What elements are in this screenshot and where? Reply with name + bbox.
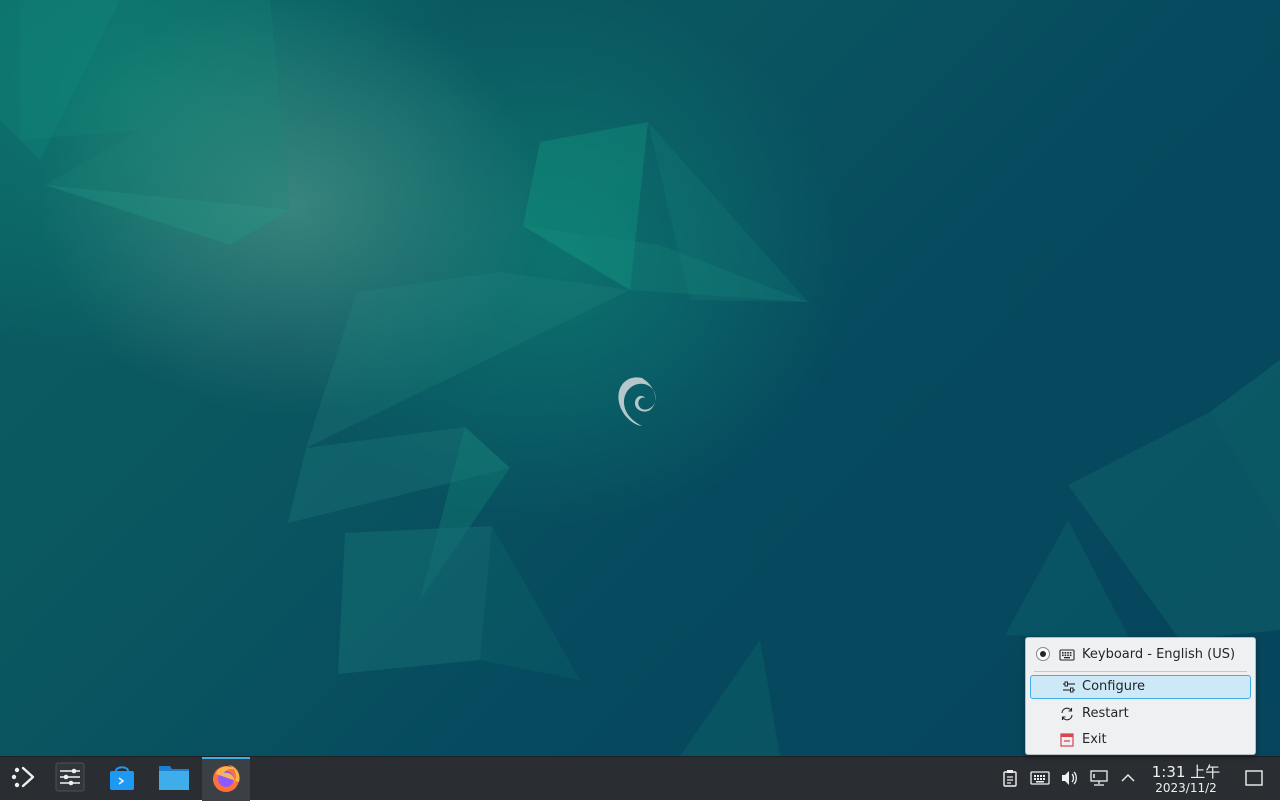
taskbar-app-firefox[interactable] — [202, 757, 250, 801]
menu-item-label: Keyboard - English (US) — [1082, 647, 1236, 662]
radio-selected-icon — [1036, 647, 1050, 661]
restart-icon — [1059, 706, 1075, 722]
clipboard-icon[interactable] — [999, 767, 1021, 789]
menu-item-label: Restart — [1082, 706, 1129, 721]
clock-date: 2023/11/2 — [1155, 781, 1217, 795]
debian-swirl-icon — [612, 370, 662, 434]
taskbar-app-discover[interactable] — [98, 757, 146, 801]
keyboard-context-menu: Keyboard - English (US) Configure Restar… — [1025, 637, 1256, 755]
firefox-icon — [210, 762, 242, 798]
digital-clock[interactable]: 1:31 上午 2023/11/2 — [1146, 763, 1226, 795]
configure-sliders-icon — [1061, 679, 1077, 695]
taskbar: 1:31 上午 2023/11/2 — [0, 756, 1280, 801]
file-manager-icon — [158, 762, 190, 796]
menu-separator — [1034, 671, 1247, 672]
menu-item-label: Exit — [1082, 732, 1107, 747]
application-launcher-icon — [11, 764, 37, 794]
keyboard-icon[interactable] — [1029, 767, 1051, 789]
keyboard-icon — [1059, 647, 1075, 663]
menu-item-restart[interactable]: Restart — [1030, 702, 1251, 726]
system-settings-icon — [55, 762, 85, 796]
show-desktop-icon[interactable] — [1243, 767, 1265, 789]
show-hidden-icons-chevron[interactable] — [1117, 767, 1139, 789]
taskbar-app-system-settings[interactable] — [46, 757, 94, 801]
clock-time: 1:31 上午 — [1151, 763, 1221, 781]
discover-store-icon — [107, 762, 137, 796]
taskbar-app-file-manager[interactable] — [150, 757, 198, 801]
volume-icon[interactable] — [1058, 767, 1080, 789]
application-launcher-button[interactable] — [0, 757, 48, 801]
menu-item-exit[interactable]: Exit — [1030, 728, 1251, 752]
menu-item-configure[interactable]: Configure — [1030, 675, 1251, 699]
menu-item-keyboard-layout[interactable]: Keyboard - English (US) — [1030, 643, 1251, 667]
menu-item-label: Configure — [1082, 679, 1146, 694]
exit-icon — [1059, 732, 1075, 748]
network-icon[interactable] — [1088, 767, 1110, 789]
